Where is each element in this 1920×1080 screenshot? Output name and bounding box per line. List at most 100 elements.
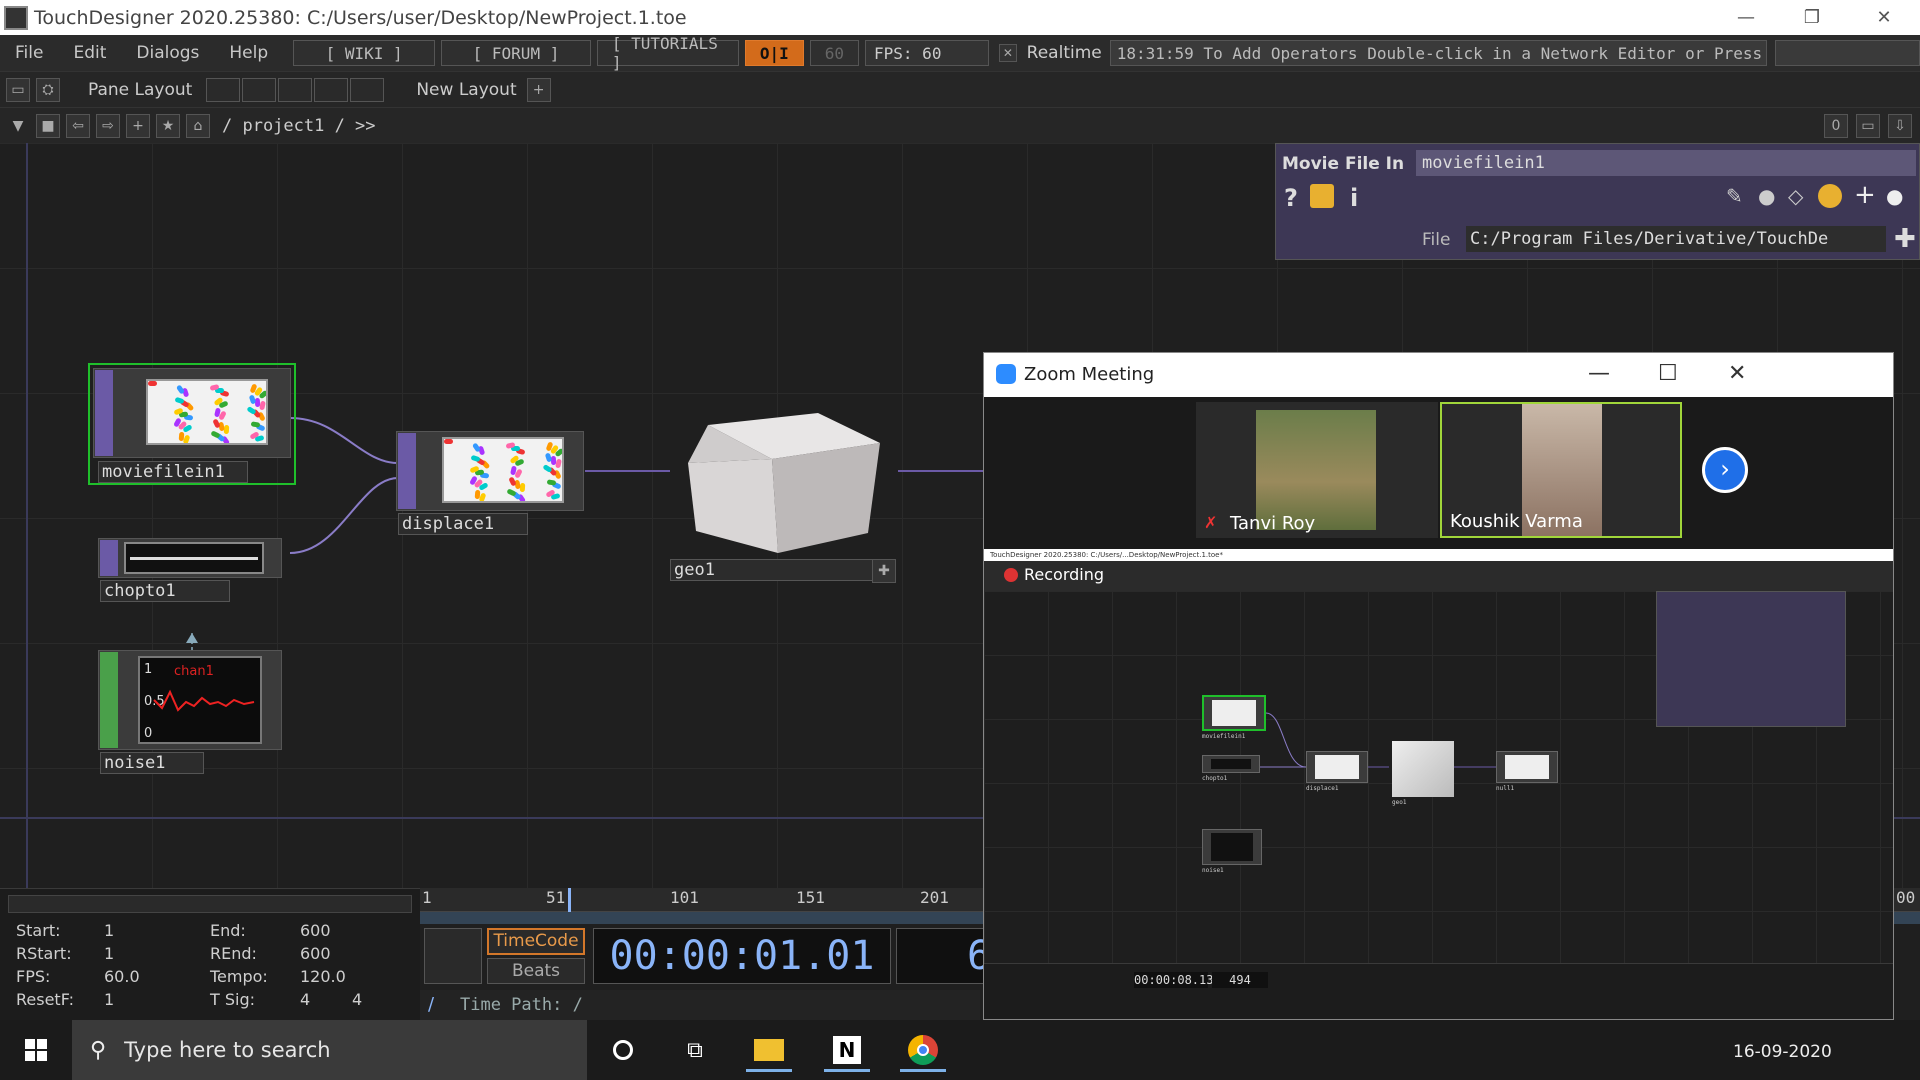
perform-mode-toggle[interactable]: O|I	[744, 40, 804, 66]
task-view-icon[interactable]: ⧉	[672, 1028, 718, 1072]
confetti-dot	[470, 454, 481, 463]
info-icon[interactable]: i	[1350, 184, 1358, 212]
recording-indicator: Recording	[1004, 565, 1104, 584]
end-value[interactable]: 600	[300, 921, 331, 940]
node-moviefilein1[interactable]: moviefilein1	[88, 363, 296, 485]
add-icon[interactable]: ✚	[872, 559, 896, 583]
chrome-icon[interactable]	[900, 1028, 946, 1072]
node-label[interactable]: noise1	[100, 752, 204, 774]
node-label[interactable]: moviefilein1	[98, 461, 248, 483]
minimize-button[interactable]: —	[1718, 0, 1774, 35]
zoom-meeting-window[interactable]: Zoom Meeting — ☐ ✕ ✗ Tanvi Roy Koushik V…	[983, 352, 1894, 1020]
pane-tools-icon[interactable]: ⛭	[36, 77, 60, 102]
confetti-dot	[444, 439, 453, 444]
add-icon[interactable]: +	[126, 113, 150, 138]
beats-mode-button[interactable]: Beats	[487, 958, 585, 984]
realtime-checkbox[interactable]: ✕	[999, 44, 1017, 62]
rend-value[interactable]: 600	[300, 944, 331, 963]
fps-cap-field[interactable]: 60	[809, 40, 860, 66]
op-name-field[interactable]: moviefilein1	[1416, 150, 1916, 176]
back-arrow-icon[interactable]: ⇦	[66, 113, 90, 138]
node-displace1[interactable]: displace1	[396, 431, 586, 535]
close-button[interactable]: ✕	[1728, 361, 1746, 386]
frame-display[interactable]: 6	[896, 928, 991, 984]
shared-network: moviefilein1 chopto1 displace1 geo1 null…	[984, 591, 1893, 963]
monitor-icon[interactable]: ▭	[6, 77, 30, 102]
participant-tile-active[interactable]: Koushik Varma	[1440, 402, 1682, 538]
participant-tile[interactable]: ✗ Tanvi Roy	[1196, 402, 1438, 538]
menu-dialogs[interactable]: Dialogs	[121, 43, 214, 63]
resetf-label: ResetF:	[16, 990, 75, 1009]
maximize-button[interactable]: ☐	[1658, 361, 1678, 386]
node-flag-strip[interactable]	[398, 433, 416, 509]
star-icon[interactable]: ★	[156, 113, 180, 138]
add-icon[interactable]: +	[1854, 180, 1876, 210]
tsig-denominator[interactable]: 4	[352, 990, 362, 1009]
tempo-value[interactable]: 120.0	[300, 967, 346, 986]
minimize-button[interactable]: —	[1588, 361, 1610, 386]
cortana-icon[interactable]	[600, 1028, 646, 1072]
file-browse-icon[interactable]: ✚	[1894, 224, 1916, 254]
close-button[interactable]: ✕	[1856, 0, 1912, 35]
node-flag-strip[interactable]	[100, 540, 118, 576]
touchdesigner-app-icon	[4, 5, 28, 30]
node-flag-strip[interactable]	[95, 370, 113, 456]
next-page-button[interactable]: ›	[1702, 447, 1748, 493]
start-button[interactable]	[0, 1020, 72, 1080]
forum-button[interactable]: [ FORUM ]	[441, 40, 591, 66]
download-icon[interactable]: ⇩	[1888, 114, 1912, 138]
layout-split-vertical-button[interactable]	[242, 77, 277, 102]
resetf-value[interactable]: 1	[104, 990, 114, 1009]
node-noise1[interactable]: 1 0.5 0 chan1 noise1	[98, 650, 284, 774]
file-explorer-icon[interactable]	[746, 1028, 792, 1072]
home-icon[interactable]: ⌂	[186, 113, 210, 138]
wiki-button[interactable]: [ WIKI ]	[293, 40, 436, 66]
parameter-panel: Movie File In moviefilein1 ? i ✎ ● ◇ + ●…	[1275, 143, 1920, 260]
zoom-titlebar: Zoom Meeting — ☐ ✕	[984, 353, 1893, 397]
record-dot-icon	[1004, 567, 1018, 582]
chevron-down-icon[interactable]: ▼	[6, 114, 30, 138]
node-chopto1[interactable]: chopto1	[98, 538, 284, 604]
timeline-toggle[interactable]	[424, 928, 482, 984]
menu-help[interactable]: Help	[214, 43, 283, 63]
notion-icon[interactable]: N	[824, 1028, 870, 1072]
node-flag-strip[interactable]	[100, 652, 118, 748]
node-label[interactable]: geo1	[670, 559, 874, 581]
layout-single-button[interactable]	[206, 77, 241, 102]
rstart-value[interactable]: 1	[104, 944, 114, 963]
playhead[interactable]	[568, 888, 571, 912]
layout-four-button[interactable]	[350, 77, 385, 102]
maximize-pane-icon[interactable]: ▭	[1856, 114, 1880, 138]
stop-icon[interactable]: ■	[36, 113, 60, 138]
geo-cube-render	[688, 413, 880, 553]
comment-icon[interactable]: ●	[1758, 184, 1775, 208]
help-icon[interactable]: ?	[1284, 184, 1298, 212]
edit-icon[interactable]: ✎	[1726, 184, 1743, 208]
layout-split-horizontal-button[interactable]	[278, 77, 313, 102]
shared-timeline: 00:00:08.13 494	[984, 963, 1893, 1019]
network-path[interactable]: / project1 / >>	[222, 116, 376, 136]
tsig-numerator[interactable]: 4	[300, 990, 310, 1009]
layout-three-button[interactable]	[314, 77, 349, 102]
file-param-field[interactable]: C:/Program Files/Derivative/TouchDe	[1466, 226, 1886, 252]
python-help-icon[interactable]	[1310, 184, 1334, 208]
restore-button[interactable]: ❐	[1784, 0, 1840, 35]
menu-file[interactable]: File	[0, 43, 58, 63]
tutorials-button[interactable]: [ TUTORIALS ]	[596, 34, 739, 72]
shared-node-label: null1	[1496, 785, 1515, 792]
timecode-display[interactable]: 00:00:01.01	[593, 928, 891, 984]
python-icon[interactable]	[1818, 184, 1842, 208]
menu-edit[interactable]: Edit	[58, 43, 121, 63]
circle-icon[interactable]: ●	[1886, 184, 1903, 208]
fps-value[interactable]: 60.0	[104, 967, 140, 986]
forward-arrow-icon[interactable]: ⇨	[96, 113, 120, 138]
timecode-mode-button[interactable]: TimeCode	[487, 928, 585, 955]
eraser-icon[interactable]: ◇	[1788, 184, 1803, 208]
taskbar-search-box[interactable]: ⚲ Type here to search	[72, 1020, 587, 1080]
node-label[interactable]: displace1	[398, 513, 528, 535]
start-value[interactable]: 1	[104, 921, 114, 940]
new-layout-label: New Layout	[416, 79, 517, 100]
add-layout-button[interactable]: +	[526, 77, 551, 102]
node-label[interactable]: chopto1	[100, 580, 230, 602]
node-geo1[interactable]: geo1 ✚	[668, 383, 900, 583]
